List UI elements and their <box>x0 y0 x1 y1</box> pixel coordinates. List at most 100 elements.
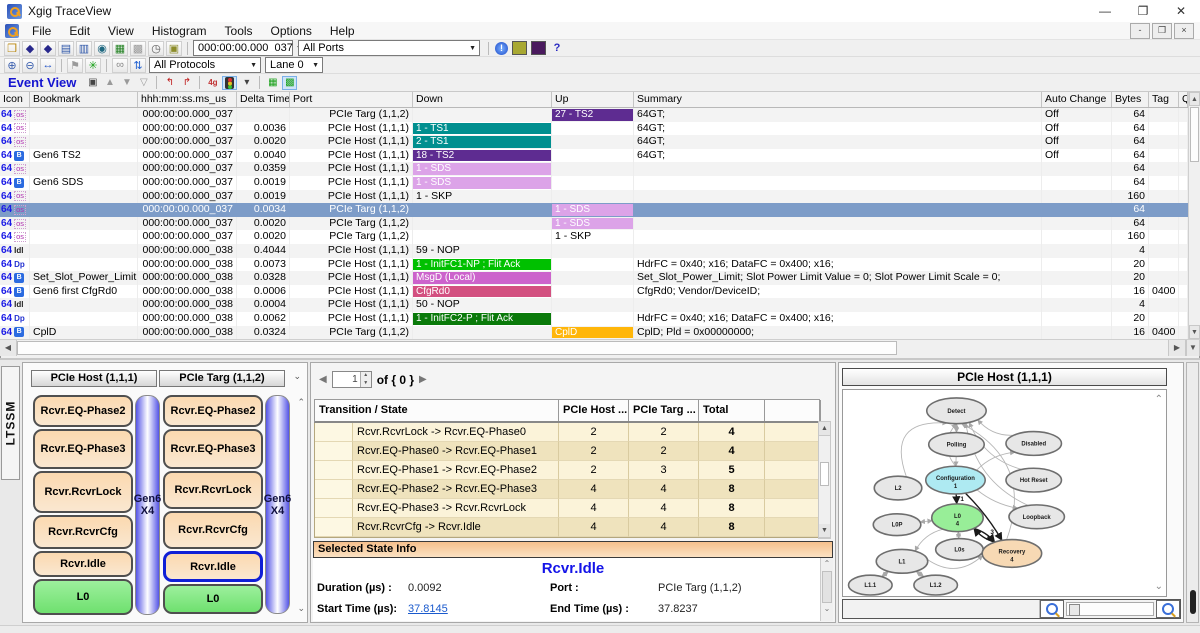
open-trace-icon[interactable]: ❒ <box>4 41 20 56</box>
scroll-right-icon[interactable]: ▶ <box>1168 340 1186 356</box>
down-cell[interactable]: 1 - InitFC1-NP ; Flit Ack <box>413 258 552 272</box>
trace-cell[interactable] <box>30 122 138 136</box>
column-header-icon[interactable]: Icon <box>0 92 30 107</box>
event-type-cell[interactable]: 64B <box>0 149 30 163</box>
trace-cell[interactable]: 0.0036 <box>237 122 290 136</box>
capture-settings-icon[interactable]: ◉ <box>94 41 110 56</box>
trace-cell[interactable]: 0.0359 <box>237 162 290 176</box>
trace-cell[interactable]: PCIe Host (1,1,1) <box>290 285 413 299</box>
up-cell[interactable] <box>552 162 634 176</box>
transition-row[interactable]: Rcvr.EQ-Phase1 -> Rcvr.EQ-Phase2235 <box>315 461 819 480</box>
state-node-l1_1[interactable]: L1.1 <box>849 575 893 595</box>
trace-cell[interactable]: PCIe Host (1,1,1) <box>290 122 413 136</box>
column-header-summary[interactable]: Summary <box>634 92 1042 107</box>
up-cell[interactable] <box>552 135 634 149</box>
down-cell[interactable] <box>413 230 552 244</box>
trace-cell[interactable]: 64 <box>1112 135 1149 149</box>
down-cell[interactable]: 18 - TS2 <box>413 149 552 163</box>
trace-cell[interactable] <box>1149 149 1179 163</box>
trace-cell[interactable] <box>1149 217 1179 231</box>
down-cell[interactable]: 1 - SKP <box>413 190 552 204</box>
transition-name[interactable]: Rcvr.EQ-Phase3 -> Rcvr.RcvrLock <box>353 499 559 518</box>
trace-row[interactable]: 64os000:00:00.000_037PCIe Targ (1,1,2)27… <box>0 108 1188 122</box>
column-header-delta-time[interactable]: Delta Time <box>237 92 290 107</box>
transition-row[interactable]: Rcvr.RcvrLock -> Rcvr.EQ-Phase0224 <box>315 423 819 442</box>
trace-cell[interactable] <box>1042 190 1112 204</box>
trace-cell[interactable]: 0.0006 <box>237 285 290 299</box>
trace-cell[interactable]: Off <box>1042 135 1112 149</box>
trace-cell[interactable] <box>1179 244 1188 258</box>
trace-cell[interactable]: Set_Slot_Power_Limit <box>30 271 138 285</box>
pager-prev-icon[interactable]: ◀ <box>319 374 327 385</box>
decode-icon[interactable]: 4g <box>205 76 220 90</box>
trace-cell[interactable] <box>1149 135 1179 149</box>
up-cell[interactable] <box>552 271 634 285</box>
trace-cell[interactable] <box>1149 312 1179 326</box>
state-node-l0[interactable]: L04 <box>932 504 984 532</box>
scroll-down-icon[interactable]: ⌄ <box>821 603 833 616</box>
event-type-cell[interactable]: 64Dp <box>0 258 30 272</box>
fit-width-icon[interactable]: ↔ <box>40 58 56 73</box>
up-cell[interactable]: 1 - SKP <box>552 230 634 244</box>
trace-cell[interactable]: 0.0062 <box>237 312 290 326</box>
trace-row[interactable]: 64os000:00:00.000_0370.0020PCIe Targ (1,… <box>0 230 1188 244</box>
save-all-icon[interactable]: ▥ <box>76 41 92 56</box>
ltssm-port-header-targ[interactable]: PCIe Targ (1,1,2) <box>159 370 285 387</box>
trace-cell[interactable]: PCIe Host (1,1,1) <box>290 162 413 176</box>
close-button[interactable]: ✕ <box>1162 0 1200 22</box>
transition-column-header[interactable]: PCIe Targ ... <box>629 400 699 421</box>
trace-cell[interactable] <box>30 203 138 217</box>
trace-cell[interactable] <box>1149 108 1179 122</box>
up-cell[interactable] <box>552 312 634 326</box>
trace-cell[interactable]: 000:00:00.000_037 <box>138 162 237 176</box>
trace-cell[interactable] <box>1042 217 1112 231</box>
collapse-flits-icon[interactable]: ▩ <box>282 76 297 90</box>
trace-cell[interactable]: CplD; Pld = 0x00000000; <box>634 326 1042 340</box>
trace-cell[interactable] <box>1179 217 1188 231</box>
event-type-cell[interactable]: 64Idl <box>0 298 30 312</box>
trace-row[interactable]: 64os000:00:00.000_0370.0036PCIe Host (1,… <box>0 122 1188 136</box>
trace-cell[interactable]: 000:00:00.000_038 <box>138 271 237 285</box>
trace-cell[interactable]: 0.0019 <box>237 190 290 204</box>
menu-item-options[interactable]: Options <box>262 24 321 38</box>
histogram-icon[interactable] <box>512 41 527 55</box>
mdi-minimize-button[interactable]: - <box>1130 23 1150 39</box>
column-header-bookmark[interactable]: Bookmark <box>30 92 138 107</box>
trace-cell[interactable]: 64 <box>1112 217 1149 231</box>
trace-cell[interactable]: PCIe Host (1,1,1) <box>290 149 413 163</box>
trace-cell[interactable]: CplD <box>30 326 138 340</box>
trace-cell[interactable] <box>1179 298 1188 312</box>
trace-cell[interactable]: PCIe Host (1,1,1) <box>290 135 413 149</box>
event-type-cell[interactable]: 64os <box>0 190 30 204</box>
down-cell[interactable]: 1 - TS1 <box>413 122 552 136</box>
up-cell[interactable] <box>552 149 634 163</box>
ltssm-tab[interactable]: LTSSM <box>1 366 20 480</box>
mdi-restore-button[interactable]: ❐ <box>1152 23 1172 39</box>
packet-chip[interactable]: 1 - InitFC1-NP ; Flit Ack <box>413 259 551 271</box>
zoom-out-icon[interactable]: ⊖ <box>22 58 38 73</box>
scroll-down-icon[interactable]: ⌄ <box>297 603 305 614</box>
ltssm-state-rcvr-rcvrlock[interactable]: Rcvr.RcvrLock <box>163 471 263 509</box>
trace-cell[interactable]: 64 <box>1112 176 1149 190</box>
protocols-dropdown[interactable]: All Protocols▼ <box>149 57 261 73</box>
trace-cell[interactable]: 000:00:00.000_038 <box>138 312 237 326</box>
time-field[interactable]: 000:00:00.000 037▼ <box>193 40 293 56</box>
scroll-up-icon[interactable]: ▲ <box>1189 92 1200 106</box>
spin-up-icon[interactable]: ▲ <box>361 372 371 380</box>
packet-chip[interactable]: 1 - SDS <box>552 218 633 230</box>
trace-cell[interactable]: 0400 <box>1149 326 1179 340</box>
state-node-l0p[interactable]: L0P <box>873 514 921 536</box>
trace-cell[interactable] <box>634 230 1042 244</box>
trace-cell[interactable] <box>1149 271 1179 285</box>
trace-cell[interactable] <box>1149 176 1179 190</box>
menu-item-help[interactable]: Help <box>321 24 364 38</box>
event-type-cell[interactable]: 64os <box>0 135 30 149</box>
up-cell[interactable]: 1 - SDS <box>552 217 634 231</box>
packet-chip[interactable]: 1 - SDS <box>552 204 633 216</box>
pager-spinner[interactable]: 1 ▲▼ <box>332 371 372 388</box>
packet-chip[interactable]: 18 - TS2 <box>413 150 551 162</box>
transition-name[interactable]: Rcvr.EQ-Phase0 -> Rcvr.EQ-Phase1 <box>353 442 559 461</box>
trace-cell[interactable] <box>634 203 1042 217</box>
trace-cell[interactable] <box>30 244 138 258</box>
trace-row[interactable]: 64Dp000:00:00.000_0380.0062PCIe Host (1,… <box>0 312 1188 326</box>
